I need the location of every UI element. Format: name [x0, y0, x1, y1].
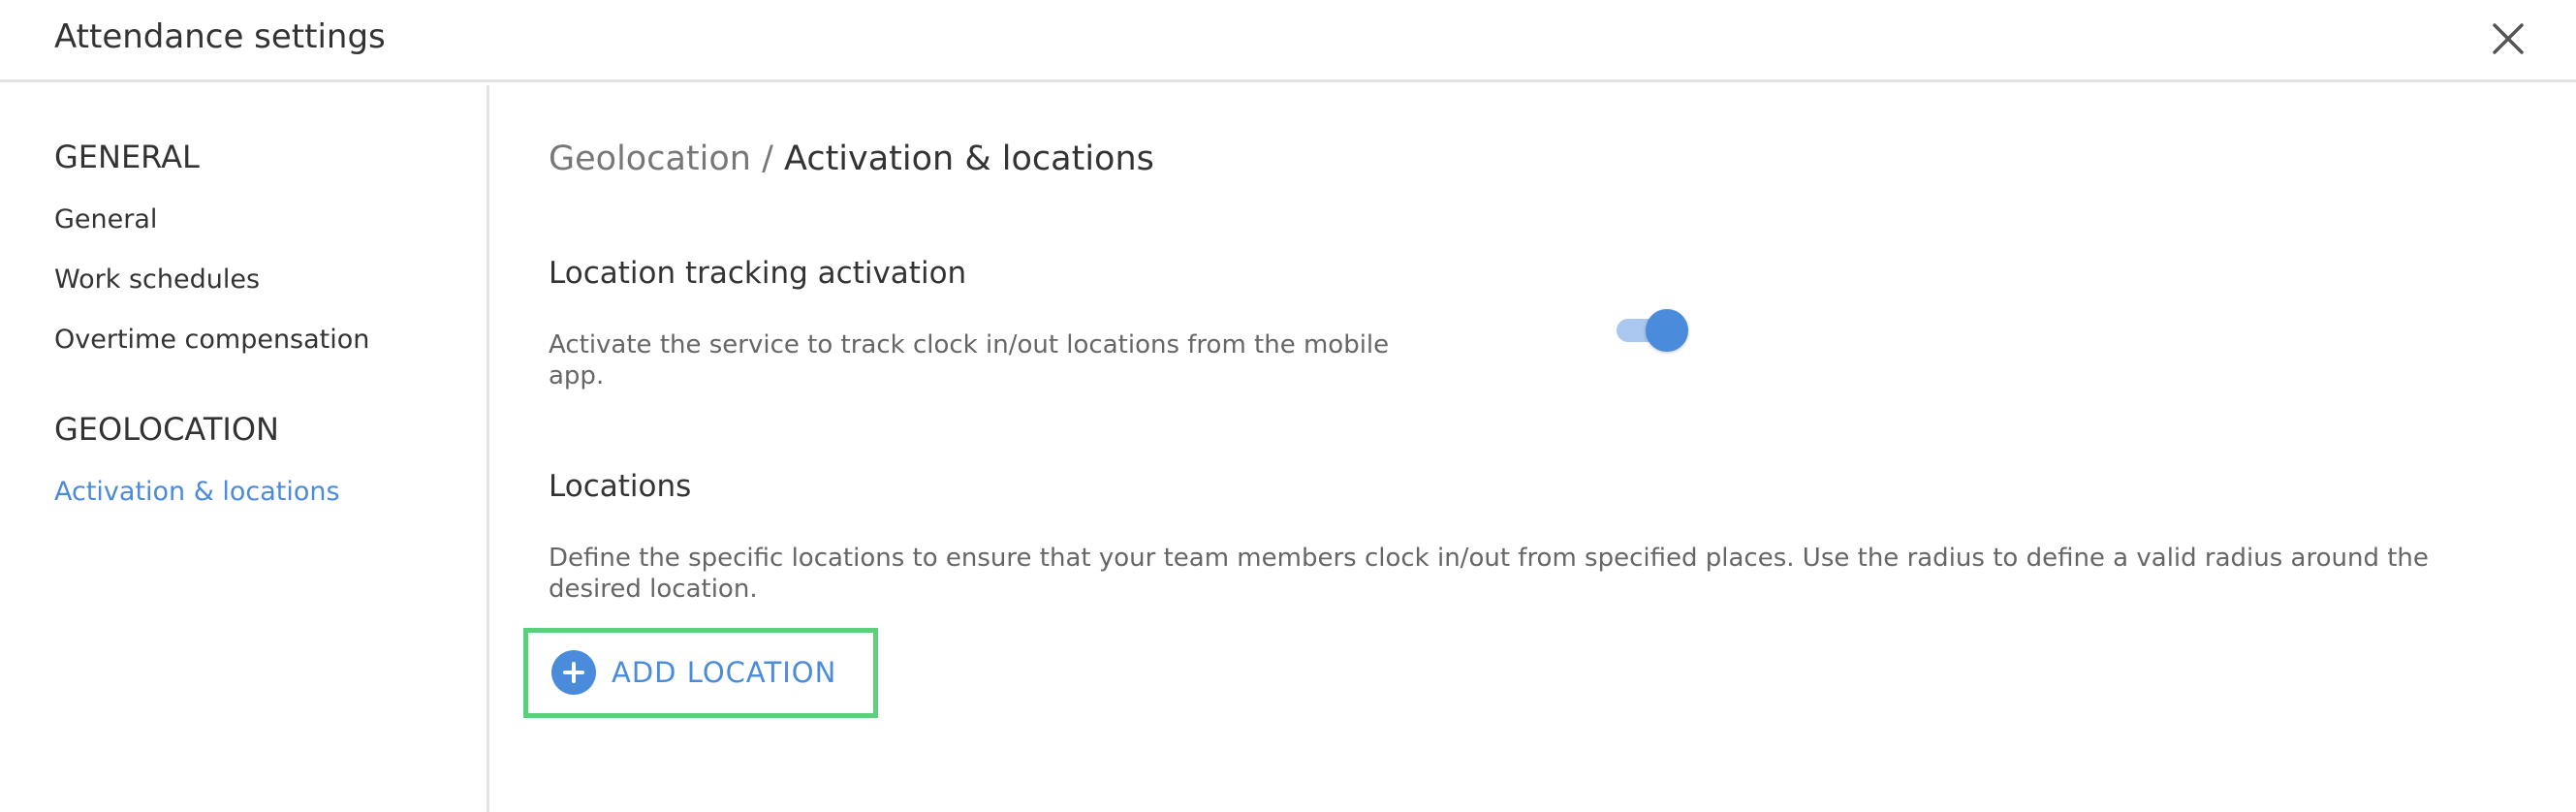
- sidebar-heading-general: GENERAL: [54, 139, 200, 175]
- sidebar-item-activation-locations[interactable]: Activation & locations: [54, 477, 340, 507]
- tracking-description: Activate the service to track clock in/o…: [549, 330, 1390, 390]
- close-icon: [2493, 23, 2524, 54]
- plus-circle-icon: [551, 650, 596, 695]
- breadcrumb: Geolocation / Activation & locations: [549, 140, 1154, 178]
- dialog-title: Attendance settings: [54, 17, 386, 56]
- plus-icon: [563, 662, 584, 683]
- sidebar-item-overtime-compensation[interactable]: Overtime compensation: [54, 325, 369, 355]
- add-location-label: ADD LOCATION: [612, 656, 837, 689]
- add-location-highlight: ADD LOCATION: [523, 628, 878, 718]
- toggle-knob: [1646, 309, 1688, 352]
- dialog-header: Attendance settings: [0, 0, 2576, 82]
- add-location-button[interactable]: ADD LOCATION: [551, 650, 836, 695]
- settings-sidebar: GENERAL General Work schedules Overtime …: [0, 85, 489, 812]
- location-tracking-toggle[interactable]: [1615, 305, 1692, 352]
- close-button[interactable]: [2489, 19, 2528, 58]
- breadcrumb-current: Activation & locations: [784, 140, 1154, 178]
- sidebar-item-general[interactable]: General: [54, 204, 157, 234]
- sidebar-heading-geolocation: GEOLOCATION: [54, 411, 279, 448]
- breadcrumb-parent[interactable]: Geolocation /: [549, 140, 773, 178]
- sidebar-item-work-schedules[interactable]: Work schedules: [54, 265, 260, 295]
- locations-title: Locations: [549, 469, 692, 504]
- main-content: Geolocation / Activation & locations Loc…: [492, 85, 2576, 812]
- locations-description: Define the specific locations to ensure …: [549, 544, 2429, 604]
- tracking-title: Location tracking activation: [549, 256, 967, 291]
